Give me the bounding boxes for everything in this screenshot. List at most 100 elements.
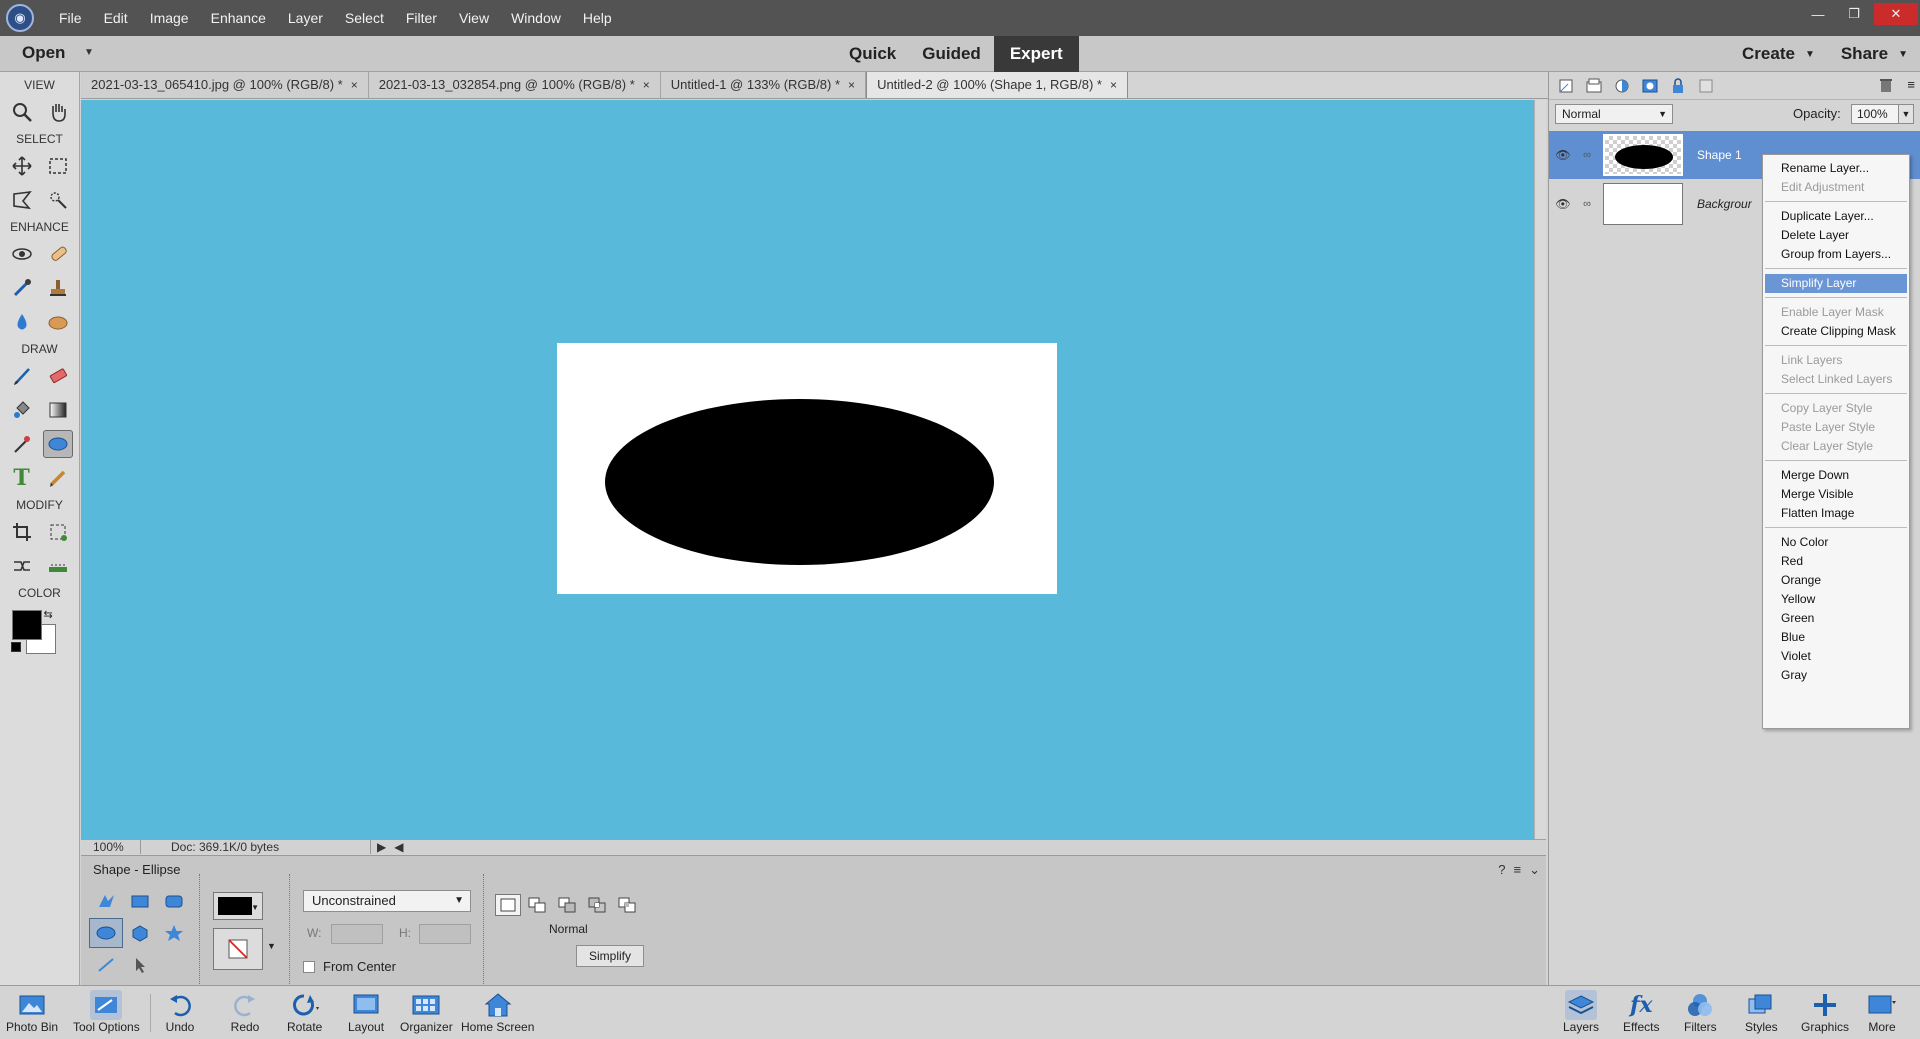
menu-image[interactable]: Image [139,0,200,36]
context-menu-item[interactable]: Merge Down [1763,466,1909,485]
context-menu-item[interactable]: Flatten Image [1763,504,1909,523]
context-menu-item[interactable]: Simplify Layer [1765,274,1907,293]
marquee-tool-icon[interactable] [43,152,73,180]
opacity-input[interactable]: 100% [1851,104,1899,124]
tab-document-2[interactable]: 2021-03-13_032854.png @ 100% (RGB/8) * × [368,72,661,98]
rotate-button[interactable]: Rotate [287,990,322,1034]
menu-filter[interactable]: Filter [395,0,448,36]
paint-bucket-tool-icon[interactable] [7,396,37,424]
panel-menu-icon[interactable]: ≡ [1907,77,1915,96]
new-group-icon[interactable] [1585,77,1603,95]
canvas-area[interactable] [81,100,1534,839]
styles-button[interactable]: Styles [1745,990,1778,1034]
recompose-tool-icon[interactable] [43,518,73,546]
tab-document-3[interactable]: Untitled-1 @ 133% (RGB/8) * × [660,72,867,98]
help-icon[interactable]: ? [1498,862,1505,878]
link-icon[interactable]: ∞ [1577,198,1597,210]
hand-tool-icon[interactable] [43,98,73,126]
stroke-dropdown-icon[interactable]: ▼ [267,941,276,951]
close-window-icon[interactable]: ✕ [1874,3,1918,25]
brush-tool-icon[interactable] [7,362,37,390]
intersect-shape-mode-icon[interactable] [585,894,611,916]
context-menu-item[interactable]: Rename Layer... [1763,159,1909,178]
share-dropdown-icon[interactable]: ▼ [1898,49,1908,60]
lock-transparent-icon[interactable] [1697,77,1715,95]
minimize-icon[interactable]: — [1802,3,1834,25]
tab-document-4[interactable]: Untitled-2 @ 100% (Shape 1, RGB/8) * × [866,72,1128,98]
more-button[interactable]: More [1866,990,1898,1034]
rounded-rectangle-shape-icon[interactable] [157,886,191,916]
context-menu-item[interactable]: Group from Layers... [1763,245,1909,264]
organizer-button[interactable]: Organizer [400,990,453,1034]
context-menu-item[interactable]: Gray [1763,666,1909,685]
spot-healing-tool-icon[interactable] [43,240,73,268]
menu-layer[interactable]: Layer [277,0,334,36]
polygon-shape-icon[interactable] [123,918,157,948]
graphics-button[interactable]: Graphics [1801,990,1849,1034]
default-colors-icon[interactable] [10,642,21,652]
undo-button[interactable]: Undo [164,990,196,1034]
context-menu-item[interactable]: Merge Visible [1763,485,1909,504]
new-shape-mode-icon[interactable] [495,894,521,916]
stroke-color-picker[interactable] [213,928,263,970]
home-screen-button[interactable]: Home Screen [461,990,534,1034]
context-menu-item[interactable]: Create Clipping Mask [1763,322,1909,341]
mode-quick[interactable]: Quick [836,36,909,72]
options-menu-icon[interactable]: ≡ [1514,862,1522,878]
context-menu-item[interactable]: No Color [1763,533,1909,552]
menu-file[interactable]: File [48,0,93,36]
zoom-tool-icon[interactable] [7,98,37,126]
close-tab-icon[interactable]: × [643,78,650,92]
effects-button[interactable]: fx Effects [1623,990,1659,1034]
menu-window[interactable]: Window [500,0,572,36]
eraser-tool-icon[interactable] [43,362,73,390]
menu-select[interactable]: Select [334,0,395,36]
width-input[interactable] [331,924,383,944]
line-shape-icon[interactable] [89,950,123,980]
context-menu-item[interactable]: Delete Layer [1763,226,1909,245]
collapse-icon[interactable]: ⌄ [1529,862,1540,878]
from-center-checkbox[interactable] [303,960,315,973]
star-shape-icon[interactable] [157,918,191,948]
open-dropdown-icon[interactable]: ▼ [84,47,94,58]
mode-guided[interactable]: Guided [909,36,994,72]
close-tab-icon[interactable]: × [848,78,855,92]
content-aware-move-tool-icon[interactable] [7,552,37,580]
type-tool-icon[interactable]: T [7,464,37,492]
menu-edit[interactable]: Edit [93,0,139,36]
straighten-tool-icon[interactable] [43,552,73,580]
vertical-scrollbar[interactable] [1534,100,1546,839]
create-button[interactable]: Create [1742,44,1795,64]
restore-icon[interactable]: ❐ [1838,3,1870,25]
photo-bin-button[interactable]: Photo Bin [6,990,58,1034]
adjustment-layer-icon[interactable] [1613,77,1631,95]
redo-button[interactable]: Redo [229,990,261,1034]
context-menu-item[interactable]: Orange [1763,571,1909,590]
height-input[interactable] [419,924,471,944]
simplify-button[interactable]: Simplify [576,945,644,967]
context-menu-item[interactable]: Duplicate Layer... [1763,207,1909,226]
open-button[interactable]: Open [22,43,65,63]
crop-tool-icon[interactable] [7,518,37,546]
layers-button[interactable]: Layers [1563,990,1599,1034]
tool-options-button[interactable]: Tool Options [73,990,140,1034]
eyedropper-tool-icon[interactable] [7,430,37,458]
lock-all-icon[interactable] [1669,77,1687,95]
context-menu-item[interactable]: Red [1763,552,1909,571]
lasso-tool-icon[interactable] [7,186,37,214]
status-arrow-icon[interactable]: ▶ [371,840,386,854]
sponge-tool-icon[interactable] [43,308,73,336]
rectangle-shape-icon[interactable] [123,886,157,916]
context-menu-item[interactable]: Green [1763,609,1909,628]
subtract-shape-mode-icon[interactable] [555,894,581,916]
context-menu-item[interactable]: Blue [1763,628,1909,647]
create-dropdown-icon[interactable]: ▼ [1805,49,1815,60]
close-tab-icon[interactable]: × [1110,78,1117,92]
delete-layer-icon[interactable] [1879,77,1893,96]
context-menu-item[interactable]: Yellow [1763,590,1909,609]
swap-colors-icon[interactable]: ⇆ [44,608,53,621]
mode-expert[interactable]: Expert [993,36,1079,72]
ellipse-shape-tool-icon[interactable] [42,430,73,458]
add-shape-mode-icon[interactable] [525,894,551,916]
ellipse-shape-icon[interactable] [89,918,123,948]
